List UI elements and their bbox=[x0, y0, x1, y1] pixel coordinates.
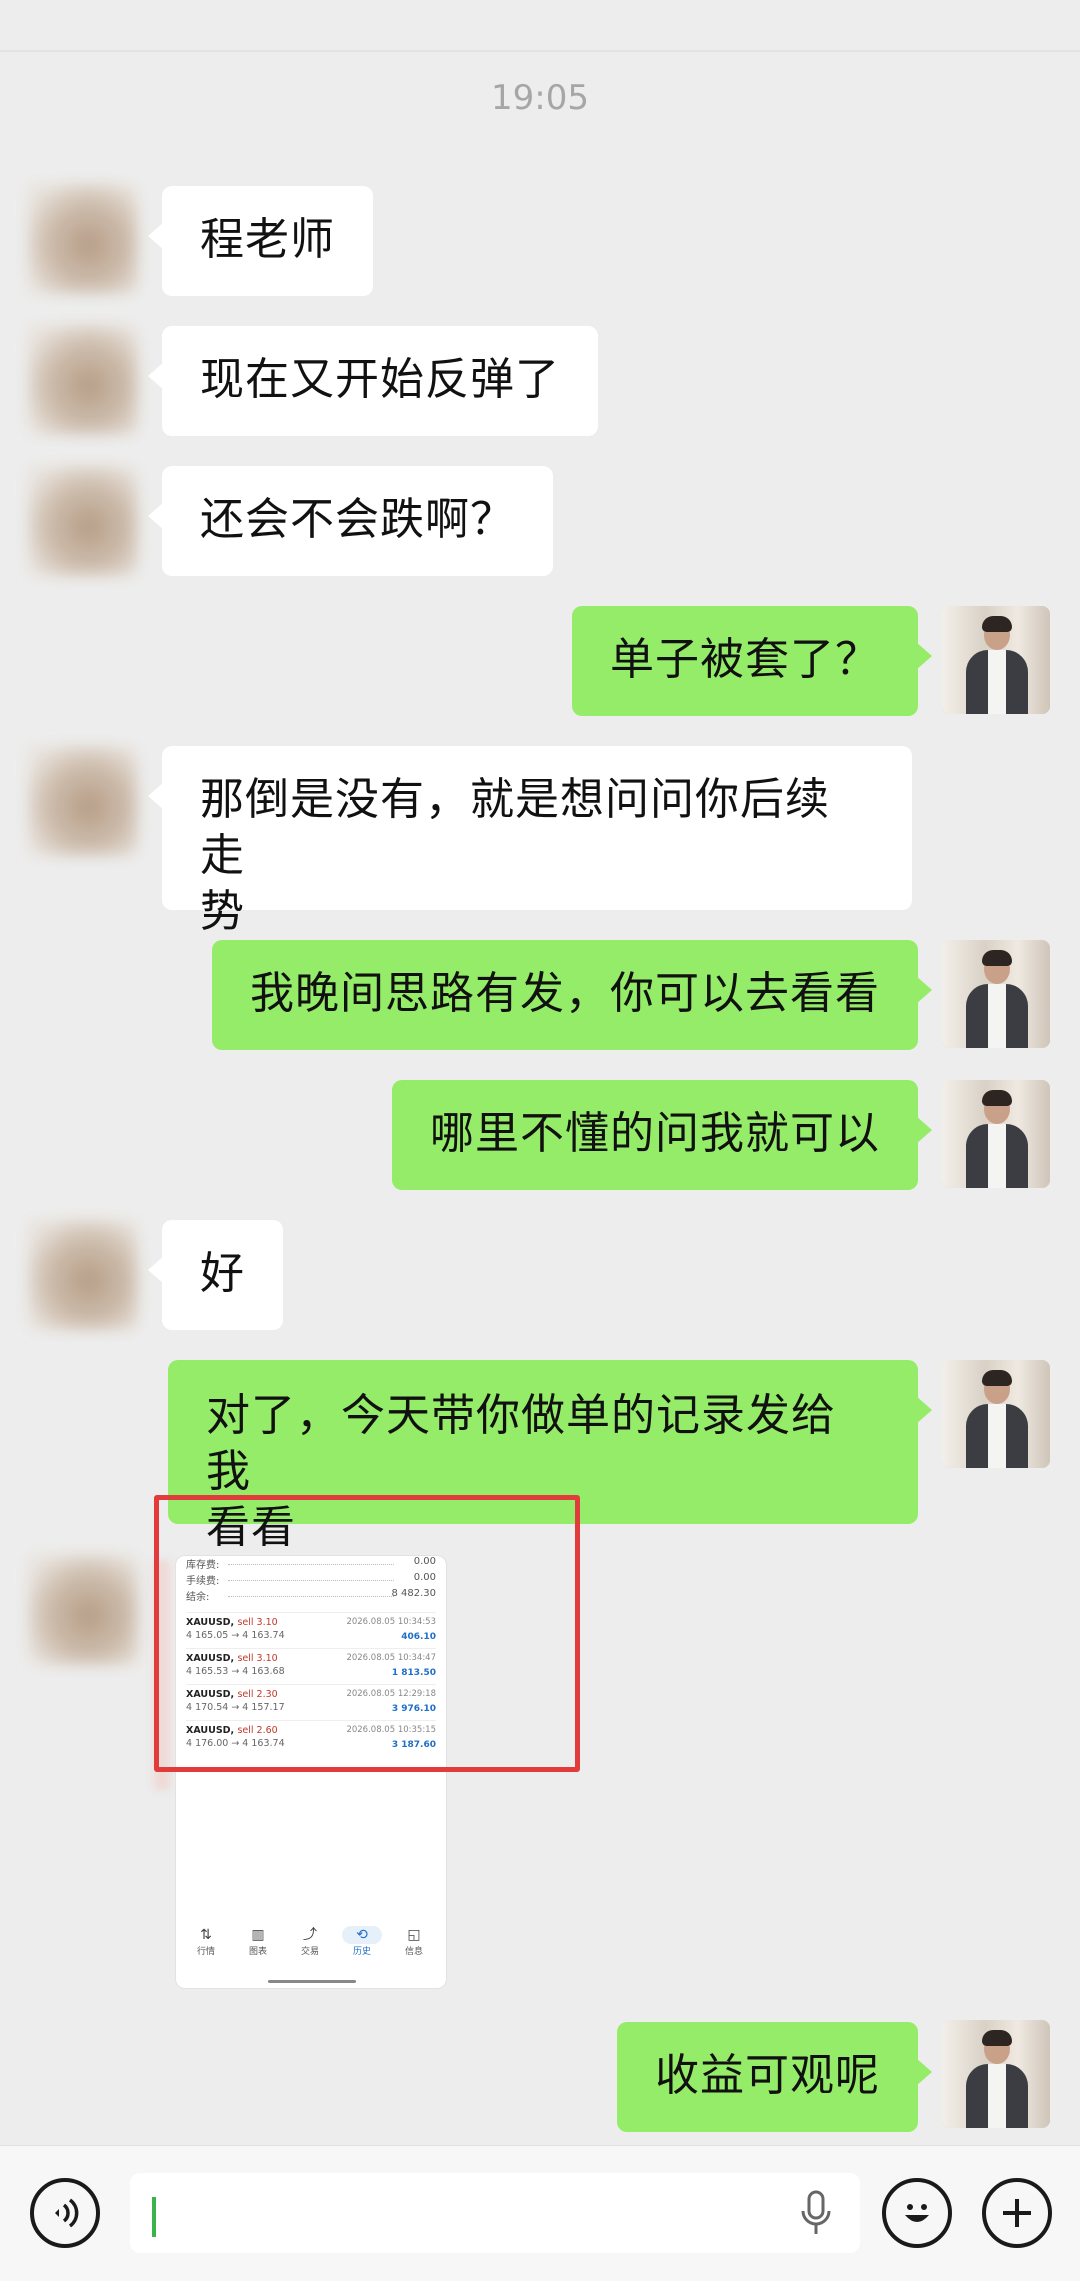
message-bubble-outgoing[interactable]: 我晚间思路有发，你可以去看看 bbox=[212, 940, 932, 1050]
my-avatar[interactable] bbox=[942, 606, 1050, 714]
history-icon: ⟲ bbox=[342, 1926, 382, 1944]
nav-item-trade: ⤴ 交易 bbox=[290, 1926, 330, 1957]
highlight-annotation-box bbox=[154, 1495, 580, 1772]
app-bottom-nav: ⇅ 行情 ▥ 图表 ⤴ 交易 ⟲ 历史 ◱ 信息 bbox=[176, 1926, 446, 1974]
message-bubble-outgoing[interactable]: 收益可观呢 bbox=[617, 2022, 932, 2132]
microphone-icon[interactable] bbox=[798, 2189, 834, 2243]
my-avatar[interactable] bbox=[942, 1360, 1050, 1468]
candlestick-icon: ▥ bbox=[251, 1927, 265, 1943]
contact-avatar[interactable] bbox=[28, 325, 138, 435]
my-avatar[interactable] bbox=[942, 2020, 1050, 2128]
message-bubble-incoming[interactable]: 好 bbox=[148, 1220, 283, 1330]
contact-avatar[interactable] bbox=[28, 466, 138, 576]
contact-avatar[interactable] bbox=[28, 1220, 138, 1330]
message-bubble-outgoing[interactable]: 哪里不懂的问我就可以 bbox=[392, 1080, 932, 1190]
nav-item-history: ⟲ 历史 bbox=[342, 1926, 382, 1957]
message-bubble-incoming[interactable]: 程老师 bbox=[148, 186, 373, 296]
message-bubble-incoming[interactable]: 那倒是没有，就是想问问你后续走 势 bbox=[148, 746, 912, 937]
voice-icon[interactable] bbox=[30, 2178, 100, 2248]
nav-item-chart: ▥ 图表 bbox=[238, 1926, 278, 1957]
my-avatar[interactable] bbox=[942, 940, 1050, 1048]
plus-icon[interactable] bbox=[982, 2178, 1052, 2248]
top-divider bbox=[0, 50, 1080, 52]
nav-item-messages: ◱ 信息 bbox=[394, 1926, 434, 1957]
nav-item-quotes: ⇅ 行情 bbox=[186, 1926, 226, 1957]
quotes-icon: ⇅ bbox=[200, 1927, 212, 1943]
timestamp: 19:05 bbox=[491, 78, 589, 118]
message-bubble-incoming[interactable]: 还会不会跌啊？ bbox=[148, 466, 553, 576]
messages-icon: ◱ bbox=[407, 1927, 421, 1943]
input-bar bbox=[0, 2145, 1080, 2281]
message-bubble-incoming[interactable]: 现在又开始反弹了 bbox=[148, 326, 598, 436]
contact-avatar[interactable] bbox=[28, 184, 138, 294]
trend-icon: ⤴ bbox=[303, 1927, 317, 1943]
contact-avatar[interactable] bbox=[28, 1555, 138, 1665]
my-avatar[interactable] bbox=[942, 1080, 1050, 1188]
text-caret bbox=[152, 2197, 156, 2237]
emoji-icon[interactable] bbox=[882, 2178, 952, 2248]
message-input[interactable] bbox=[130, 2173, 860, 2253]
home-indicator bbox=[268, 1980, 356, 1983]
contact-avatar[interactable] bbox=[28, 746, 138, 856]
message-bubble-outgoing[interactable]: 单子被套了？ bbox=[572, 606, 932, 716]
